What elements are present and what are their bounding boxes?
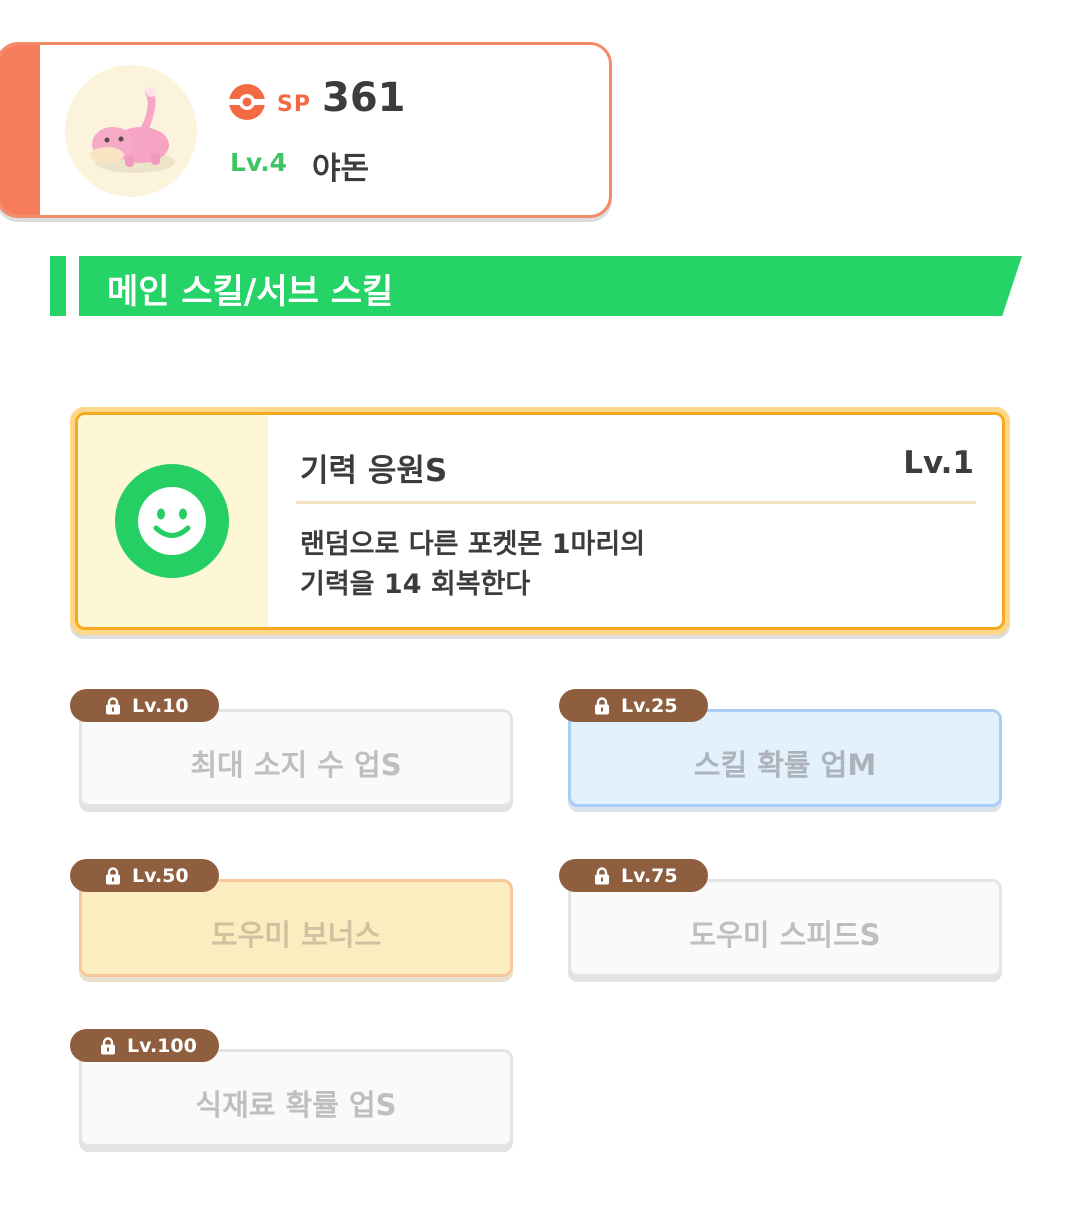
sub-skill-button[interactable]: 도우미 스피드S xyxy=(568,879,1002,977)
sub-skill-slot-1[interactable]: 최대 소지 수 업S Lv.10 xyxy=(70,689,513,811)
main-skill-panel: 기력 응원S Lv.1 랜덤으로 다른 포켓몬 1마리의 기력을 14 회복한다 xyxy=(75,412,1005,630)
main-skill-card[interactable]: 기력 응원S Lv.1 랜덤으로 다른 포켓몬 1마리의 기력을 14 회복한다 xyxy=(70,407,1010,635)
pokemon-level: Lv.4 xyxy=(230,148,288,177)
main-skill-divider xyxy=(296,501,976,504)
lock-icon xyxy=(101,1036,115,1054)
lock-icon xyxy=(106,696,120,714)
main-skill-description: 랜덤으로 다른 포켓몬 1마리의 기력을 14 회복한다 xyxy=(300,529,646,600)
sub-skill-button[interactable]: 식재료 확률 업S xyxy=(79,1049,513,1147)
pokemon-card[interactable]: SP 361 Lv.4 야돈 xyxy=(0,42,612,218)
pokeball-icon xyxy=(229,84,265,120)
sub-skill-name: 식재료 확률 업S xyxy=(195,1088,397,1122)
sub-skill-name: 도우미 보너스 xyxy=(210,918,382,952)
pokemon-avatar xyxy=(65,65,197,197)
pokemon-card-accent-stripe xyxy=(0,45,40,215)
sub-skill-button[interactable]: 최대 소지 수 업S xyxy=(79,709,513,807)
sub-skill-name: 도우미 스피드S xyxy=(689,918,881,952)
unlock-level: Lv.75 xyxy=(621,864,678,887)
smile-face-icon xyxy=(115,464,229,578)
unlock-level: Lv.100 xyxy=(127,1034,197,1057)
sub-skill-slot-5[interactable]: 식재료 확률 업S Lv.100 xyxy=(70,1029,513,1151)
section-banner-accent xyxy=(50,256,66,316)
main-skill-icon-panel xyxy=(78,415,268,627)
sub-skill-button[interactable]: 스킬 확률 업M xyxy=(568,709,1002,807)
main-skill-level: Lv.1 xyxy=(903,445,974,481)
lock-badge: Lv.50 xyxy=(70,859,219,892)
unlock-level: Lv.25 xyxy=(621,694,678,717)
lock-icon xyxy=(595,866,609,884)
sp-value: 361 xyxy=(322,75,406,121)
lock-badge: Lv.100 xyxy=(70,1029,219,1062)
slowpoke-image xyxy=(90,87,175,173)
lock-badge: Lv.10 xyxy=(70,689,219,722)
main-skill-name: 기력 응원S xyxy=(300,453,448,489)
sub-skill-name: 스킬 확률 업M xyxy=(693,748,877,782)
sub-skill-button[interactable]: 도우미 보너스 xyxy=(79,879,513,977)
section-title: 메인 스킬/서브 스킬 xyxy=(107,272,394,312)
sub-skill-name: 최대 소지 수 업S xyxy=(190,748,402,782)
unlock-level: Lv.10 xyxy=(132,694,189,717)
sub-skill-slot-2[interactable]: 스킬 확률 업M Lv.25 xyxy=(559,689,1002,811)
lock-icon xyxy=(106,866,120,884)
sp-label: SP xyxy=(277,92,311,117)
section-banner: 메인 스킬/서브 스킬 xyxy=(79,256,1022,316)
sub-skill-slot-4[interactable]: 도우미 스피드S Lv.75 xyxy=(559,859,1002,981)
pokemon-name: 야돈 xyxy=(312,151,370,187)
lock-icon xyxy=(595,696,609,714)
lock-badge: Lv.25 xyxy=(559,689,708,722)
lock-badge: Lv.75 xyxy=(559,859,708,892)
unlock-level: Lv.50 xyxy=(132,864,189,887)
sub-skill-slot-3[interactable]: 도우미 보너스 Lv.50 xyxy=(70,859,513,981)
